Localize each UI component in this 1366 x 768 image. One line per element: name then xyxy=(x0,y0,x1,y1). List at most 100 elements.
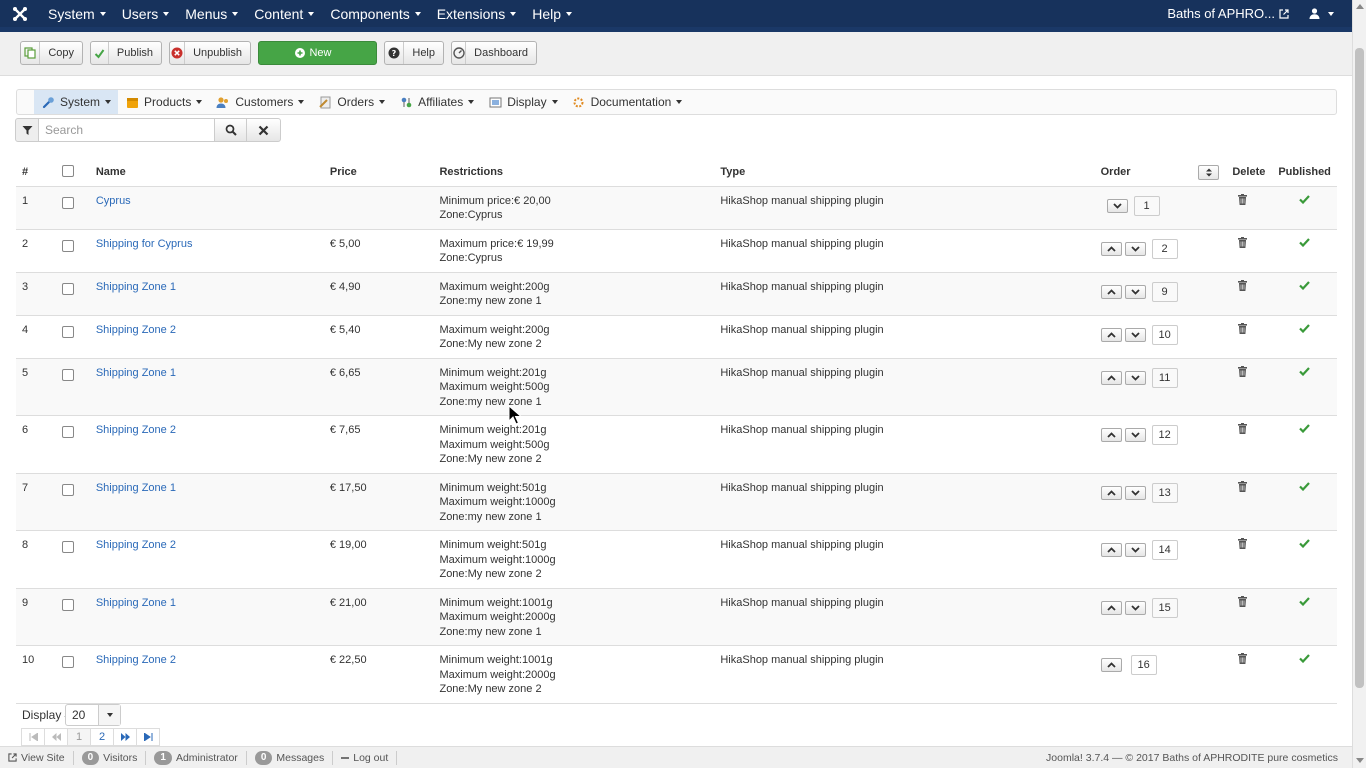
move-down-button[interactable] xyxy=(1124,284,1146,299)
move-up-button[interactable] xyxy=(1100,600,1122,615)
delete-button[interactable] xyxy=(1234,236,1251,253)
row-checkbox[interactable] xyxy=(61,598,74,611)
dashboard-button[interactable]: Dashboard xyxy=(451,41,537,65)
move-down-button[interactable] xyxy=(1124,370,1146,385)
top-menu-menus[interactable]: Menus xyxy=(177,0,246,27)
row-checkbox[interactable] xyxy=(61,541,74,553)
new-button[interactable]: New xyxy=(258,41,377,65)
shipping-name-link[interactable]: Shipping Zone 2 xyxy=(96,324,176,336)
col-header-order[interactable]: Order xyxy=(1094,159,1193,187)
user-menu[interactable] xyxy=(1301,8,1352,19)
submenu-orders[interactable]: Orders xyxy=(311,90,392,114)
next-page-button[interactable] xyxy=(113,728,137,746)
first-page-button[interactable] xyxy=(21,728,45,746)
col-header-type[interactable]: Type xyxy=(714,159,1095,187)
published-toggle[interactable] xyxy=(1299,653,1310,668)
shipping-name-link[interactable]: Shipping Zone 2 xyxy=(96,654,176,666)
scroll-up-icon[interactable] xyxy=(1356,4,1364,9)
move-down-button[interactable] xyxy=(1124,543,1146,557)
move-down-button[interactable] xyxy=(1124,327,1146,342)
submenu-system[interactable]: System xyxy=(34,90,119,114)
move-down-button[interactable] xyxy=(1124,600,1146,615)
search-button[interactable] xyxy=(214,118,247,142)
col-header-name[interactable]: Name xyxy=(89,159,324,187)
published-toggle[interactable] xyxy=(1299,596,1310,611)
shipping-name-link[interactable]: Shipping Zone 2 xyxy=(96,424,176,436)
submenu-affiliates[interactable]: Affiliates xyxy=(392,90,481,114)
shipping-name-link[interactable]: Shipping Zone 1 xyxy=(96,482,176,494)
delete-button[interactable] xyxy=(1234,365,1251,382)
order-input[interactable]: 10 xyxy=(1151,324,1178,345)
published-toggle[interactable] xyxy=(1299,237,1310,252)
page-scrollbar[interactable] xyxy=(1352,0,1366,768)
order-input[interactable]: 9 xyxy=(1151,281,1178,302)
top-menu-components[interactable]: Components xyxy=(322,0,428,27)
published-toggle[interactable] xyxy=(1299,366,1310,381)
move-up-button[interactable] xyxy=(1100,241,1122,256)
move-down-button[interactable] xyxy=(1124,485,1146,500)
delete-button[interactable] xyxy=(1234,279,1251,296)
publish-button[interactable]: Publish xyxy=(90,41,162,65)
shipping-name-link[interactable]: Shipping Zone 1 xyxy=(96,597,176,609)
scrollbar-thumb[interactable] xyxy=(1355,48,1364,688)
delete-button[interactable] xyxy=(1234,480,1251,497)
messages-status[interactable]: 0 Messages xyxy=(247,750,334,765)
scroll-down-icon[interactable] xyxy=(1356,758,1364,763)
order-input[interactable]: 14 xyxy=(1151,540,1178,560)
order-input[interactable]: 12 xyxy=(1151,425,1178,445)
published-toggle[interactable] xyxy=(1299,481,1310,496)
move-down-button[interactable] xyxy=(1124,428,1146,442)
filter-button[interactable] xyxy=(15,118,39,142)
delete-button[interactable] xyxy=(1234,595,1251,612)
site-link[interactable]: Baths of APHRO... xyxy=(1159,6,1301,21)
order-input[interactable]: 15 xyxy=(1151,597,1178,618)
shipping-name-link[interactable]: Shipping Zone 1 xyxy=(96,281,176,293)
row-checkbox[interactable] xyxy=(61,368,74,381)
delete-button[interactable] xyxy=(1234,423,1251,439)
move-down-button[interactable] xyxy=(1124,241,1146,256)
shipping-name-link[interactable]: Shipping Zone 2 xyxy=(96,539,176,551)
order-input[interactable]: 16 xyxy=(1130,655,1157,675)
delete-button[interactable] xyxy=(1234,322,1251,339)
top-menu-users[interactable]: Users xyxy=(114,0,178,27)
top-menu-content[interactable]: Content xyxy=(246,0,322,27)
submenu-products[interactable]: Products xyxy=(118,90,209,114)
published-toggle[interactable] xyxy=(1299,280,1310,295)
page-2-button[interactable]: 2 xyxy=(90,728,114,746)
delete-button[interactable] xyxy=(1234,193,1251,210)
row-checkbox[interactable] xyxy=(61,426,74,438)
order-input[interactable]: 13 xyxy=(1151,482,1178,503)
move-down-button[interactable] xyxy=(1106,198,1128,213)
published-toggle[interactable] xyxy=(1299,194,1310,209)
col-header-price[interactable]: Price xyxy=(323,159,434,187)
search-input[interactable] xyxy=(38,118,215,142)
move-up-button[interactable] xyxy=(1100,658,1122,672)
published-toggle[interactable] xyxy=(1299,323,1310,338)
top-menu-system[interactable]: System xyxy=(40,0,114,27)
move-up-button[interactable] xyxy=(1100,370,1122,385)
published-toggle[interactable] xyxy=(1299,538,1310,553)
published-toggle[interactable] xyxy=(1299,423,1310,438)
move-up-button[interactable] xyxy=(1100,327,1122,342)
move-up-button[interactable] xyxy=(1100,284,1122,299)
view-site-link[interactable]: View Site xyxy=(0,750,74,765)
row-checkbox[interactable] xyxy=(61,239,74,252)
prev-page-button[interactable] xyxy=(44,728,68,746)
move-up-button[interactable] xyxy=(1100,428,1122,442)
delete-button[interactable] xyxy=(1234,653,1251,669)
row-checkbox[interactable] xyxy=(61,325,74,338)
submenu-display[interactable]: Display xyxy=(481,90,564,114)
select-all-checkbox[interactable] xyxy=(61,164,74,177)
top-menu-help[interactable]: Help xyxy=(524,0,580,27)
unpublish-button[interactable]: Unpublish xyxy=(169,41,251,65)
page-1-button[interactable]: 1 xyxy=(67,728,91,746)
shipping-name-link[interactable]: Cyprus xyxy=(96,195,131,207)
row-checkbox[interactable] xyxy=(61,196,74,209)
order-input[interactable]: 11 xyxy=(1151,367,1178,388)
copy-button[interactable]: Copy xyxy=(20,41,83,65)
row-checkbox[interactable] xyxy=(61,656,74,668)
clear-search-button[interactable] xyxy=(246,118,281,142)
row-checkbox[interactable] xyxy=(61,282,74,295)
last-page-button[interactable] xyxy=(136,728,160,746)
save-order-button[interactable] xyxy=(1198,164,1220,180)
